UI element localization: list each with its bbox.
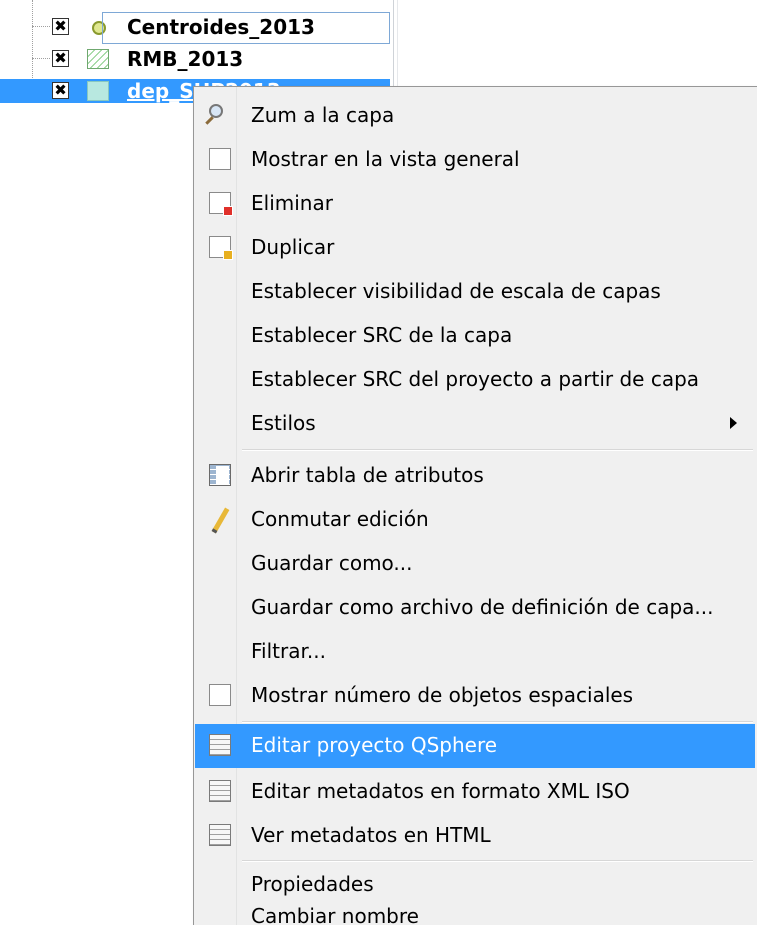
metadata-icon	[209, 780, 231, 802]
menu-item-label: Ver metadatos en HTML	[251, 823, 491, 847]
zoom-icon	[209, 104, 223, 118]
menu-item-show-in-overview[interactable]: Mostrar en la vista general	[195, 138, 755, 182]
layer-row-rmb[interactable]: ✖ RMB_2013	[0, 47, 390, 71]
menu-item-set-project-crs[interactable]: Establecer SRC del proyecto a partir de …	[195, 358, 755, 402]
layer-visibility-checkbox[interactable]: ✖	[52, 82, 69, 99]
remove-layer-icon	[209, 192, 233, 216]
menu-item-duplicate[interactable]: Duplicar	[195, 226, 755, 270]
menu-item-label: Eliminar	[251, 191, 333, 215]
menu-item-label: Mostrar en la vista general	[251, 147, 520, 171]
hatched-polygon-icon	[87, 49, 109, 69]
menu-item-show-feature-count[interactable]: Mostrar número de objetos espaciales	[195, 674, 755, 718]
submenu-arrow-icon	[730, 417, 737, 429]
menu-item-label: Abrir tabla de atributos	[251, 463, 484, 487]
menu-separator	[242, 449, 753, 451]
menu-item-save-as[interactable]: Guardar como...	[195, 542, 755, 586]
menu-item-zoom-to-layer[interactable]: Zum a la capa	[195, 94, 755, 138]
layer-context-menu: Zum a la capa Mostrar en la vista genera…	[193, 86, 757, 925]
menu-item-label: Duplicar	[251, 235, 335, 259]
menu-item-view-html-metadata[interactable]: Ver metadatos en HTML	[195, 814, 755, 858]
filled-polygon-icon	[87, 81, 109, 101]
menu-item-edit-qsphere-project[interactable]: Editar proyecto QSphere	[195, 724, 755, 768]
menu-item-label: Filtrar...	[251, 639, 326, 663]
layer-visibility-checkbox[interactable]: ✖	[52, 50, 69, 67]
menu-item-label: Guardar como...	[251, 551, 413, 575]
menu-item-remove[interactable]: Eliminar	[195, 182, 755, 226]
menu-item-scale-visibility[interactable]: Establecer visibilidad de escala de capa…	[195, 270, 755, 314]
menu-item-label: Zum a la capa	[251, 103, 395, 127]
metadata-icon	[209, 824, 231, 846]
pencil-icon	[209, 508, 231, 530]
menu-item-open-attribute-table[interactable]: Abrir tabla de atributos	[195, 454, 755, 498]
duplicate-layer-icon	[209, 236, 233, 260]
menu-separator	[242, 721, 753, 723]
menu-item-save-layer-definition[interactable]: Guardar como archivo de definición de ca…	[195, 586, 755, 630]
checkbox-icon	[209, 684, 231, 706]
layer-name: RMB_2013	[127, 47, 244, 71]
menu-item-toggle-editing[interactable]: Conmutar edición	[195, 498, 755, 542]
menu-item-label: Establecer SRC del proyecto a partir de …	[251, 367, 700, 391]
menu-item-label: Editar metadatos en formato XML ISO	[251, 779, 630, 803]
tree-branch	[32, 26, 50, 27]
checkbox-icon	[209, 148, 231, 170]
focus-outline	[102, 12, 390, 44]
qsphere-icon	[209, 734, 231, 756]
menu-item-label: Cambiar nombre	[251, 904, 419, 925]
menu-item-label: Guardar como archivo de definición de ca…	[251, 595, 714, 619]
menu-item-styles[interactable]: Estilos	[195, 402, 755, 446]
menu-item-rename[interactable]: Cambiar nombre	[195, 895, 755, 925]
menu-item-filter[interactable]: Filtrar...	[195, 630, 755, 674]
table-icon	[209, 464, 231, 486]
menu-item-label: Mostrar número de objetos espaciales	[251, 683, 634, 707]
menu-item-label: Establecer visibilidad de escala de capa…	[251, 279, 661, 303]
menu-separator	[242, 860, 753, 862]
menu-item-label: Conmutar edición	[251, 507, 429, 531]
menu-item-edit-iso-metadata[interactable]: Editar metadatos en formato XML ISO	[195, 770, 755, 814]
menu-item-label: Propiedades	[251, 872, 374, 896]
qgis-screenshot: ✖ Centroides_2013 ✖ RMB_2013 ✖ dep_SHP20…	[0, 0, 757, 925]
layer-visibility-checkbox[interactable]: ✖	[52, 18, 69, 35]
tree-branch	[32, 58, 50, 59]
menu-item-label: Estilos	[251, 411, 316, 435]
menu-item-set-layer-crs[interactable]: Establecer SRC de la capa	[195, 314, 755, 358]
menu-item-label: Establecer SRC de la capa	[251, 323, 513, 347]
menu-item-label: Editar proyecto QSphere	[251, 733, 498, 757]
